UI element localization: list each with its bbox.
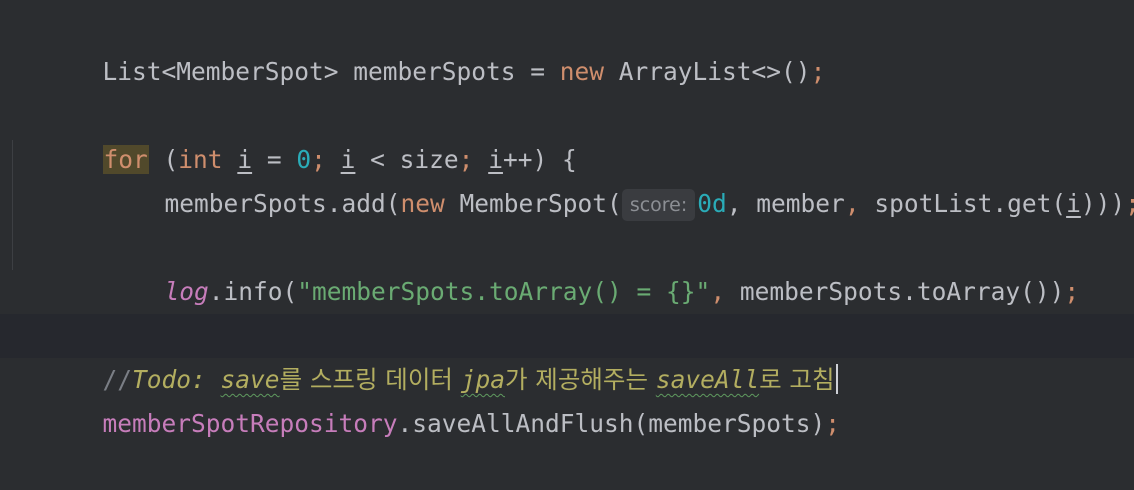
code-line-todo-comment[interactable]: //Todo: save를 스프링 데이터 jpa가 제공해주는 saveAll… [0, 314, 1134, 394]
code-line-for[interactable]: for (int i = 0; i < size; i++) { [0, 94, 1134, 174]
code-line-close-brace[interactable]: } [0, 270, 1134, 350]
code-editor[interactable]: List<MemberSpot> memberSpots = new Array… [0, 0, 1134, 438]
semicolon: ; [825, 409, 841, 438]
field-member-spot-repository: memberSpotRepository [102, 409, 398, 438]
code-line-empty[interactable] [0, 50, 1134, 94]
code-line-save-all[interactable]: memberSpotRepository.saveAllAndFlush(mem… [0, 358, 1134, 438]
code-line-list-decl[interactable]: List<MemberSpot> memberSpots = new Array… [0, 6, 1134, 86]
code-token: .saveAllAndFlush(memberSpots) [397, 409, 826, 438]
code-line-log[interactable]: log.info("memberSpots.toArray() = {}", m… [0, 226, 1134, 306]
code-line-empty[interactable] [0, 182, 1134, 226]
code-line-add[interactable]: memberSpots.add(new MemberSpot(score: 0d,… [0, 138, 1134, 221]
